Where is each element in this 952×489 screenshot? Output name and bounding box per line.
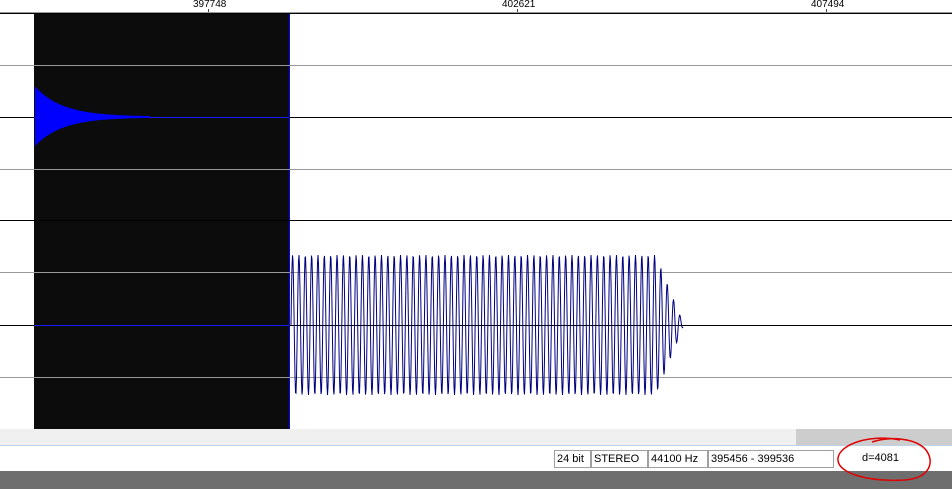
time-ruler[interactable]: 397748 402621 407494 <box>0 0 952 13</box>
ruler-tick-mark <box>517 9 518 12</box>
ruler-tick-mark <box>826 9 827 12</box>
window-bottom-edge <box>0 471 952 489</box>
ruler-tick-label: 397748 <box>193 0 227 10</box>
status-bar: 24 bit STEREO 44100 Hz 395456 - 399536 d… <box>0 445 952 471</box>
scrollbar-thumb[interactable] <box>796 429 952 445</box>
ruler-tick-label: 402621 <box>502 0 536 10</box>
horizontal-scrollbar[interactable] <box>0 429 952 445</box>
ruler-tick-mark <box>208 9 209 12</box>
selection-length-field: d=4081 <box>862 452 900 464</box>
waveform-view[interactable] <box>0 13 952 429</box>
sample-rate-field: 44100 Hz <box>648 450 708 468</box>
bit-depth-field: 24 bit <box>554 450 591 468</box>
selection-range-field: 395456 - 399536 <box>708 450 834 468</box>
ruler-tick-label: 407494 <box>811 0 845 10</box>
channels-field: STEREO <box>591 450 648 468</box>
